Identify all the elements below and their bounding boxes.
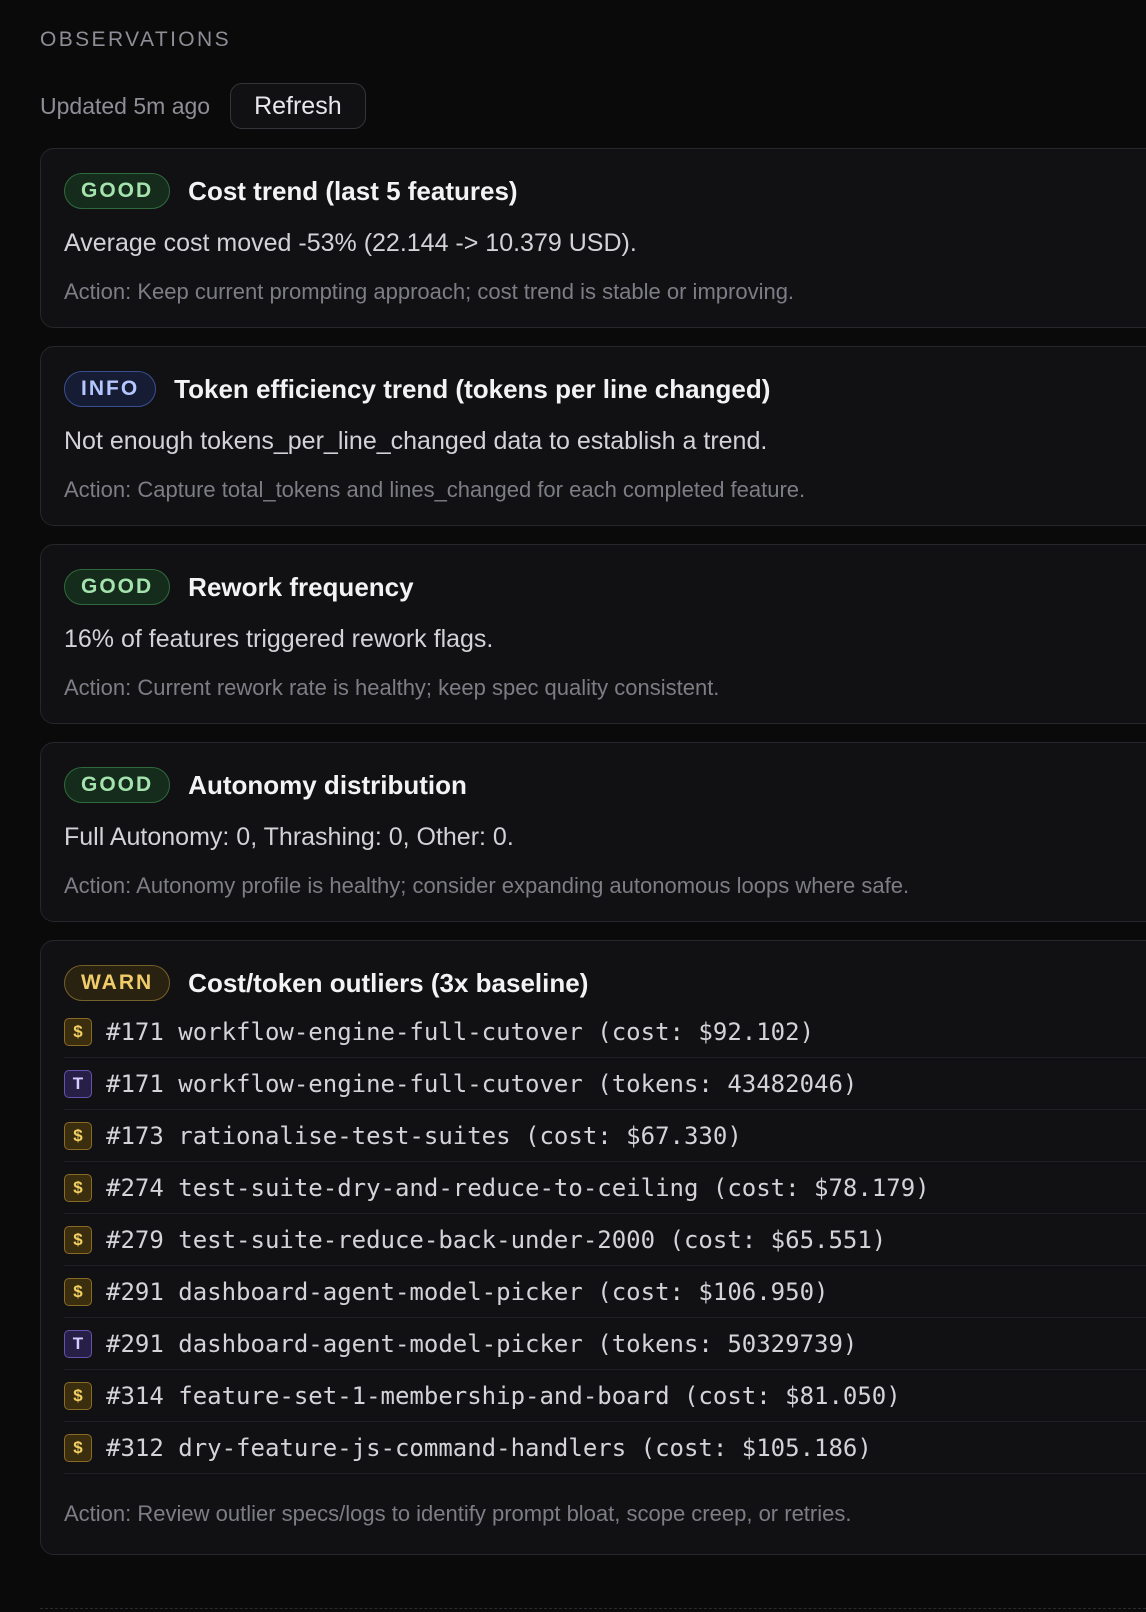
outlier-list: $ #171 workflow-engine-full-cutover (cos… bbox=[64, 1006, 1146, 1474]
card-action: Action: Review outlier specs/logs to ide… bbox=[64, 1501, 852, 1526]
observations-toolbar: Updated 5m ago Refresh bbox=[40, 82, 366, 130]
outlier-row: $ #274 test-suite-dry-and-reduce-to-ceil… bbox=[64, 1162, 1146, 1214]
outlier-text: #173 rationalise-test-suites (cost: $67.… bbox=[106, 1121, 742, 1150]
card-title: Cost/token outliers (3x baseline) bbox=[188, 967, 589, 998]
dollar-icon: $ bbox=[64, 1121, 92, 1150]
outlier-text: #279 test-suite-reduce-back-under-2000 (… bbox=[106, 1225, 887, 1254]
observation-card-outliers: WARN Cost/token outliers (3x baseline) $… bbox=[40, 940, 1146, 1555]
observation-card-token-efficiency: INFO Token efficiency trend (tokens per … bbox=[40, 346, 1146, 526]
card-action: Action: Current rework rate is healthy; … bbox=[64, 675, 720, 700]
observation-card-cost-trend: GOOD Cost trend (last 5 features) Averag… bbox=[40, 148, 1146, 328]
token-icon: T bbox=[64, 1329, 92, 1358]
card-description: 16% of features triggered rework flags. bbox=[64, 625, 494, 653]
outlier-row: $ #279 test-suite-reduce-back-under-2000… bbox=[64, 1214, 1146, 1266]
token-icon: T bbox=[64, 1069, 92, 1098]
outlier-row: T #291 dashboard-agent-model-picker (tok… bbox=[64, 1318, 1146, 1370]
observation-card-autonomy-distribution: GOOD Autonomy distribution Full Autonomy… bbox=[40, 742, 1146, 922]
status-badge-info: INFO bbox=[64, 371, 157, 407]
card-action: Action: Capture total_tokens and lines_c… bbox=[64, 477, 806, 502]
status-badge-warn: WARN bbox=[64, 965, 171, 1001]
observations-panel: OBSERVATIONS Updated 5m ago Refresh GOOD… bbox=[40, 0, 1146, 1612]
status-badge-good: GOOD bbox=[64, 569, 171, 605]
outlier-row: $ #312 dry-feature-js-command-handlers (… bbox=[64, 1422, 1146, 1474]
section-title: OBSERVATIONS bbox=[40, 28, 232, 51]
section-divider bbox=[40, 1608, 1146, 1609]
outlier-text: #171 workflow-engine-full-cutover (cost:… bbox=[106, 1017, 815, 1046]
outlier-text: #171 workflow-engine-full-cutover (token… bbox=[106, 1069, 858, 1098]
status-badge-good: GOOD bbox=[64, 767, 171, 803]
outlier-row: $ #173 rationalise-test-suites (cost: $6… bbox=[64, 1110, 1146, 1162]
dollar-icon: $ bbox=[64, 1017, 92, 1046]
card-title: Autonomy distribution bbox=[188, 769, 467, 800]
outlier-row: $ #171 workflow-engine-full-cutover (cos… bbox=[64, 1006, 1146, 1058]
refresh-button[interactable]: Refresh bbox=[230, 83, 366, 129]
observation-card-rework-frequency: GOOD Rework frequency 16% of features tr… bbox=[40, 544, 1146, 724]
dollar-icon: $ bbox=[64, 1225, 92, 1254]
outlier-text: #312 dry-feature-js-command-handlers (co… bbox=[106, 1433, 872, 1462]
card-header: GOOD Rework frequency bbox=[64, 567, 414, 607]
card-header: GOOD Autonomy distribution bbox=[64, 765, 467, 805]
card-header: WARN Cost/token outliers (3x baseline) bbox=[64, 963, 588, 1003]
card-header: INFO Token efficiency trend (tokens per … bbox=[64, 369, 770, 409]
dollar-icon: $ bbox=[64, 1173, 92, 1202]
dollar-icon: $ bbox=[64, 1433, 92, 1462]
status-badge-good: GOOD bbox=[64, 173, 171, 209]
updated-timestamp: Updated 5m ago bbox=[40, 92, 211, 119]
outlier-row: $ #314 feature-set-1-membership-and-boar… bbox=[64, 1370, 1146, 1422]
card-description: Average cost moved -53% (22.144 -> 10.37… bbox=[64, 229, 637, 257]
outlier-text: #314 feature-set-1-membership-and-board … bbox=[106, 1381, 901, 1410]
card-title: Cost trend (last 5 features) bbox=[188, 175, 518, 206]
card-action: Action: Keep current prompting approach;… bbox=[64, 279, 795, 304]
outlier-row: $ #291 dashboard-agent-model-picker (cos… bbox=[64, 1266, 1146, 1318]
card-action: Action: Autonomy profile is healthy; con… bbox=[64, 873, 910, 898]
dollar-icon: $ bbox=[64, 1277, 92, 1306]
dollar-icon: $ bbox=[64, 1381, 92, 1410]
card-title: Rework frequency bbox=[188, 571, 414, 602]
card-description: Not enough tokens_per_line_changed data … bbox=[64, 427, 768, 455]
outlier-text: #291 dashboard-agent-model-picker (cost:… bbox=[106, 1277, 829, 1306]
card-title: Token efficiency trend (tokens per line … bbox=[174, 373, 771, 404]
card-description: Full Autonomy: 0, Thrashing: 0, Other: 0… bbox=[64, 823, 514, 851]
outlier-text: #291 dashboard-agent-model-picker (token… bbox=[106, 1329, 858, 1358]
outlier-row: T #171 workflow-engine-full-cutover (tok… bbox=[64, 1058, 1146, 1110]
outlier-text: #274 test-suite-dry-and-reduce-to-ceilin… bbox=[106, 1173, 930, 1202]
card-header: GOOD Cost trend (last 5 features) bbox=[64, 171, 518, 211]
